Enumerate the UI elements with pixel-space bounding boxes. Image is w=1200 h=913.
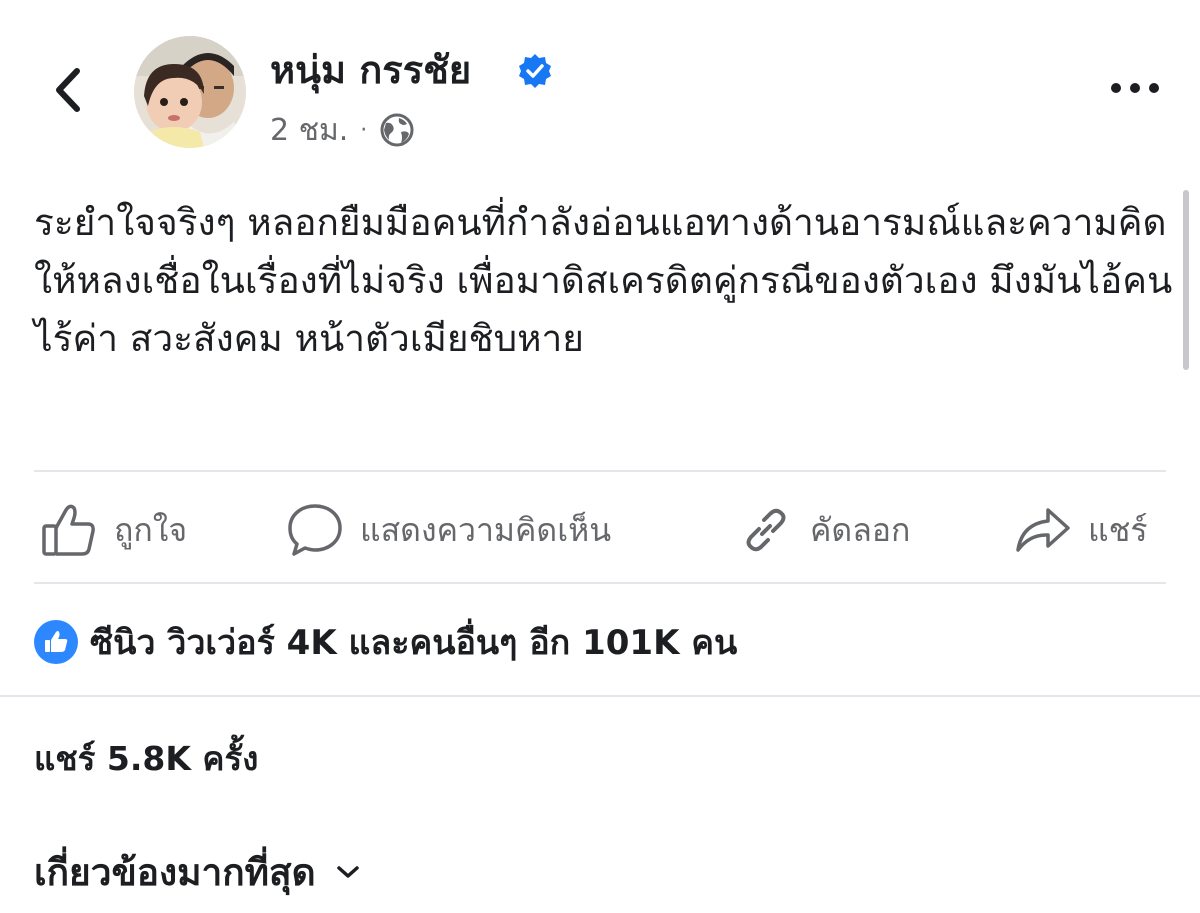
scrollbar[interactable] [1183, 190, 1189, 370]
comment-sort-dropdown[interactable]: เกี่ยวข้องมากที่สุด [34, 842, 360, 902]
copy-link-button[interactable]: คัดลอก [738, 498, 910, 562]
more-horizontal-icon [1111, 83, 1159, 93]
comment-button[interactable]: แสดงความคิดเห็น [286, 498, 611, 562]
share-button[interactable]: แชร์ [1014, 498, 1148, 562]
meta-separator: · [360, 117, 368, 143]
comment-bubble-icon [288, 504, 342, 556]
verified-badge-icon [516, 52, 554, 90]
post-meta: 2 ชม. · [270, 108, 415, 152]
globe-icon [380, 113, 414, 147]
more-options-button[interactable] [1100, 66, 1170, 110]
comment-label: แสดงความคิดเห็น [360, 510, 612, 549]
thumbs-up-icon [42, 504, 95, 556]
post-time[interactable]: 2 ชม. [270, 107, 348, 154]
chevron-left-icon [56, 68, 80, 112]
share-label: แชร์ [1088, 510, 1148, 549]
post-text: ระยำใจจริงๆ หลอกยืมมือคนที่กำลังอ่อนแอทา… [34, 201, 1173, 360]
share-arrow-icon [1016, 508, 1070, 552]
divider [34, 582, 1166, 584]
comment-sort-label: เกี่ยวข้องมากที่สุด [34, 850, 316, 894]
chevron-down-icon [336, 866, 359, 878]
back-button[interactable] [40, 60, 96, 120]
divider [34, 470, 1166, 472]
avatar[interactable] [134, 36, 246, 148]
like-button[interactable]: ถูกใจ [40, 498, 187, 562]
author-name[interactable]: หนุ่ม กรรชัย [270, 44, 471, 96]
copy-label: คัดลอก [810, 510, 911, 549]
reactions-text: ซีนิว วิวเว่อร์ 4K และคนอื่นๆ อีก 101K ค… [90, 623, 738, 663]
link-icon [746, 508, 786, 552]
profile-photo [134, 36, 246, 148]
like-label: ถูกใจ [114, 510, 188, 549]
divider [0, 695, 1200, 697]
reactions-summary[interactable]: ซีนิว วิวเว่อร์ 4K และคนอื่นๆ อีก 101K ค… [34, 614, 737, 670]
share-count[interactable]: แชร์ 5.8K ครั้ง [34, 730, 258, 786]
like-reaction-icon [34, 620, 78, 664]
